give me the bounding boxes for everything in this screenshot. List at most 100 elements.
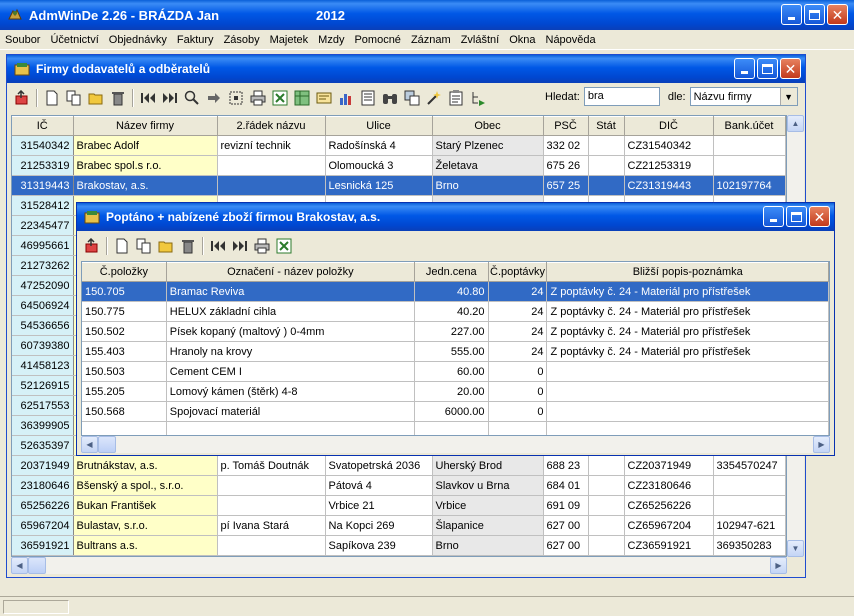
- cell-city[interactable]: Brno: [432, 175, 544, 196]
- table-row[interactable]: 150.503 Cement CEM I 60.00 0: [82, 361, 829, 382]
- scroll-right-icon[interactable]: ▶: [813, 436, 830, 453]
- menu-zaznam[interactable]: Záznam: [406, 34, 456, 46]
- cell-ic[interactable]: 65967204: [12, 515, 74, 536]
- binoculars-icon[interactable]: [379, 87, 401, 109]
- cell-dic[interactable]: CZ23180646: [624, 475, 714, 496]
- cell-bank[interactable]: 369350283: [713, 535, 786, 556]
- cell-bank[interactable]: 102197764: [713, 175, 786, 196]
- firms-window-title-bar[interactable]: Firmy dodavatelů a odběratelů ✕: [7, 55, 805, 83]
- copy-icon[interactable]: [133, 235, 155, 257]
- col-ic[interactable]: IČ: [12, 116, 74, 136]
- cell-req[interactable]: 24: [488, 321, 548, 342]
- cell-name[interactable]: Hranoly na krovy: [166, 341, 416, 362]
- scroll-left-icon[interactable]: ◀: [81, 436, 98, 453]
- print-icon[interactable]: [251, 235, 273, 257]
- cell-code[interactable]: 150.503: [82, 361, 167, 382]
- cell-note[interactable]: Z poptávky č. 24 - Materiál pro přístřeš…: [546, 341, 829, 362]
- table-row[interactable]: 20371949 Brutnákstav, a.s. p. Tomáš Doutná…: [12, 455, 786, 476]
- menu-zvlastni[interactable]: Zvláštní: [456, 34, 505, 46]
- cell-req[interactable]: [488, 421, 548, 435]
- goods-hscroll-thumb[interactable]: [98, 436, 116, 453]
- app-title-bar[interactable]: AdmWinDe 2.26 - BRÁZDA Jan 2012 ✕: [0, 0, 854, 30]
- cell-name[interactable]: Brabec Adolf: [73, 135, 218, 156]
- chart-icon[interactable]: [335, 87, 357, 109]
- cell-stat[interactable]: [588, 495, 625, 516]
- cell-bank[interactable]: [713, 475, 786, 496]
- cell-ic[interactable]: 62517553: [12, 395, 74, 416]
- menu-napoveda[interactable]: Nápověda: [541, 34, 601, 46]
- cell-code[interactable]: 150.502: [82, 321, 167, 342]
- cell-note[interactable]: [546, 381, 829, 402]
- cell-price[interactable]: 20.00: [414, 381, 489, 402]
- table-row[interactable]: 31540342 Brabec Adolf revizní technik Radoš…: [12, 135, 786, 156]
- table-row[interactable]: 36591921 Bultrans a.s. Sapíkova 239 Brno 627…: [12, 535, 786, 556]
- cell-ic[interactable]: 36591921: [12, 535, 74, 556]
- cell-line2[interactable]: pí Ivana Stará: [217, 515, 326, 536]
- cell-note[interactable]: [546, 401, 829, 422]
- menu-objednavky[interactable]: Objednávky: [104, 34, 172, 46]
- cell-line2[interactable]: [217, 535, 326, 556]
- cell-dic[interactable]: CZ65256226: [624, 495, 714, 516]
- cell-street[interactable]: Lesnická 125: [325, 175, 433, 196]
- menu-okna[interactable]: Okna: [504, 34, 540, 46]
- open-folder-icon[interactable]: [85, 87, 107, 109]
- cell-ic[interactable]: 47252090: [12, 275, 74, 296]
- cell-bank[interactable]: 102947-621: [713, 515, 786, 536]
- cell-street[interactable]: Vrbice 21: [325, 495, 433, 516]
- cell-name[interactable]: Cement CEM I: [166, 361, 416, 382]
- cell-street[interactable]: Olomoucká 3: [325, 155, 433, 176]
- list-icon[interactable]: [357, 87, 379, 109]
- firms-hscroll-thumb[interactable]: [28, 557, 46, 574]
- cell-note[interactable]: Z poptávky č. 24 - Materiál pro přístřeš…: [546, 281, 829, 302]
- cell-ic[interactable]: 54536656: [12, 315, 74, 336]
- cell-stat[interactable]: [588, 455, 625, 476]
- col-popis[interactable]: Bližší popis-poznámka: [546, 262, 829, 282]
- select-area-icon[interactable]: [225, 87, 247, 109]
- menu-pomocne[interactable]: Pomocné: [349, 34, 405, 46]
- cell-req[interactable]: 24: [488, 341, 548, 362]
- cell-stat[interactable]: [588, 155, 625, 176]
- menu-zasoby[interactable]: Zásoby: [219, 34, 265, 46]
- cell-line2[interactable]: [217, 175, 326, 196]
- cell-stat[interactable]: [588, 135, 625, 156]
- magic-wand-icon[interactable]: [423, 87, 445, 109]
- table-row[interactable]: 65967204 Bulastav, s.r.o. pí Ivana Stará Na…: [12, 515, 786, 536]
- cell-bank[interactable]: [713, 495, 786, 516]
- cell-ic[interactable]: 52126915: [12, 375, 74, 396]
- firms-maximize-button[interactable]: [757, 58, 778, 79]
- cell-name[interactable]: [166, 421, 416, 435]
- col-jedn-cena[interactable]: Jedn.cena: [414, 262, 489, 282]
- cell-psc[interactable]: 332 02: [543, 135, 589, 156]
- cell-ic[interactable]: 41458123: [12, 355, 74, 376]
- cell-code[interactable]: 155.205: [82, 381, 167, 402]
- duplicate-icon[interactable]: [401, 87, 423, 109]
- menu-mzdy[interactable]: Mzdy: [313, 34, 349, 46]
- cell-street[interactable]: Na Kopci 269: [325, 515, 433, 536]
- goods-close-button[interactable]: ✕: [809, 206, 830, 227]
- table-row[interactable]: 23180646 Bšenský a spol., s.r.o. Pátová 4S…: [12, 475, 786, 496]
- cell-name[interactable]: Bulastav, s.r.o.: [73, 515, 218, 536]
- scroll-right-icon[interactable]: ▶: [770, 557, 787, 574]
- cell-note[interactable]: [546, 361, 829, 382]
- col-obec[interactable]: Obec: [432, 116, 544, 136]
- cell-name[interactable]: Bramac Reviva: [166, 281, 416, 302]
- cell-price[interactable]: [414, 421, 489, 435]
- cell-ic[interactable]: 65256226: [12, 495, 74, 516]
- cell-psc[interactable]: 691 09: [543, 495, 589, 516]
- search-by-select[interactable]: Názvu firmy ▼: [689, 87, 798, 106]
- cell-ic[interactable]: 31540342: [12, 135, 74, 156]
- table-row[interactable]: 65256226 Bukan František Vrbice 21 Vrbice 69…: [12, 495, 786, 516]
- col-ulice[interactable]: Ulice: [325, 116, 433, 136]
- table-row[interactable]: 150.568 Spojovací materiál 6000.00 0: [82, 401, 829, 422]
- table-row[interactable]: 150.775 HELUX základní cihla 40.20 24 Z popt…: [82, 301, 829, 322]
- cell-ic[interactable]: 36399905: [12, 415, 74, 436]
- col-nazev-polozky[interactable]: Označení - název položky: [166, 262, 416, 282]
- cell-name[interactable]: Bultrans a.s.: [73, 535, 218, 556]
- firms-minimize-button[interactable]: [734, 58, 755, 79]
- firms-close-button[interactable]: ✕: [780, 58, 801, 79]
- table-row[interactable]: 31319443 Brakostav, a.s. Lesnická 125 Brno 6…: [12, 175, 786, 196]
- cell-ic[interactable]: 31528412: [12, 195, 74, 216]
- first-record-icon[interactable]: [137, 87, 159, 109]
- cell-stat[interactable]: [588, 535, 625, 556]
- cell-price[interactable]: 60.00: [414, 361, 489, 382]
